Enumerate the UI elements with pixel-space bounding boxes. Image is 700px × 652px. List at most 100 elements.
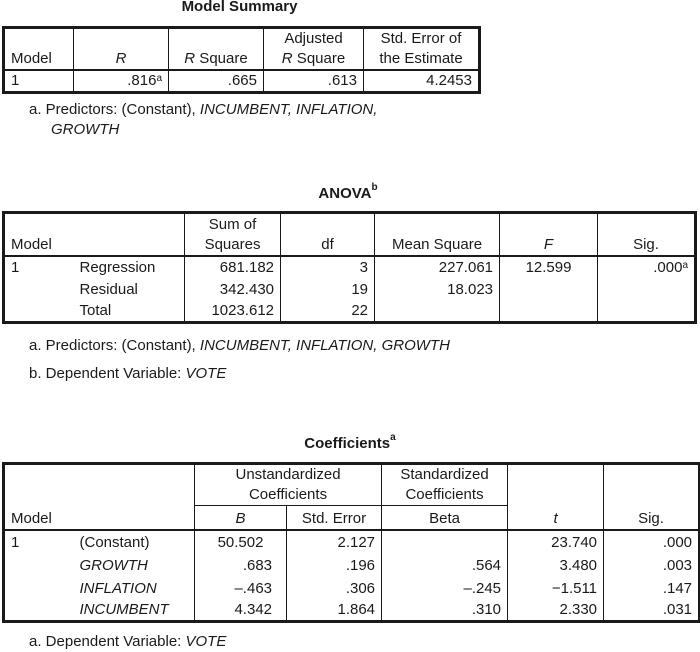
cell-label: Residual (79, 280, 138, 298)
cell-model (4, 553, 74, 576)
cell-b: –.463 (194, 575, 287, 599)
cell-f: 12.599 (499, 255, 598, 278)
cell-model: 1 (11, 72, 20, 89)
cell-ss: 681.182 (184, 255, 281, 278)
header-std-line2: Coefficients (405, 486, 484, 503)
cell-model (4, 599, 74, 622)
cell-se: .196 (286, 552, 382, 576)
header-std-error: Std. Error of the Estimate (363, 27, 480, 71)
cell-df: 19 (280, 277, 375, 300)
cell-t: 3.480 (507, 552, 604, 576)
cell-b: 50.502 (194, 529, 287, 553)
header-adj-line1: Adjusted (284, 30, 343, 47)
cell-f (499, 299, 598, 323)
header-adj-italic: R (281, 50, 293, 67)
header-ss-line2: Squares (204, 235, 261, 253)
note-prefix: a. Predictors: (Constant), (29, 101, 200, 118)
cell-model: 1 (11, 533, 20, 551)
table-row: GROWTH .683 .196 .564 3.480 .003 (4, 552, 700, 576)
header-r-square: R Square (168, 27, 264, 71)
header-unstd-line2: Coefficients (248, 486, 328, 503)
table-row: Total 1023.612 22 (4, 299, 696, 323)
cell-r: .816a (73, 70, 169, 93)
cell-adj-r-square: .613 (263, 70, 364, 93)
cell-sig: .147 (603, 575, 700, 599)
header-r-square-italic: R (184, 50, 196, 67)
note-prefix: b. Dependent Variable: (29, 365, 186, 382)
cell-label: GROWTH (79, 556, 148, 574)
note-vars: INCUMBENT, INFLATION, GROWTH (199, 337, 450, 354)
cell-label: INFLATION (79, 579, 157, 597)
header-std-line1: Standardized (400, 466, 489, 483)
header-adj-rest: Square (292, 50, 346, 67)
cell-t: 2.330 (507, 598, 604, 622)
note-prefix: a. Dependent Variable: (29, 633, 186, 650)
cell-sig-value: .000 (653, 258, 683, 276)
coefficients-title: Coefficientsa (2, 432, 698, 452)
anova-header-row: Model Sum of Squares df Mean Square F Sig… (3, 212, 696, 257)
model-summary-row: 1 .816a .665 .613 4.2453 (4, 70, 480, 93)
cell-ms (374, 299, 500, 323)
table-row: INCUMBENT 4.342 1.864 .310 2.330 .031 (4, 598, 700, 622)
cell-sig: .000 (603, 529, 700, 553)
cell-model (4, 278, 74, 300)
cell-sig: .003 (603, 552, 700, 576)
cell-sig: .031 (603, 598, 700, 622)
header-sig: Sig. (603, 463, 700, 531)
table-row: Residual 342.430 19 18.023 (4, 277, 696, 300)
header-f: F (499, 212, 598, 257)
header-se-line2: the Estimate (379, 50, 463, 67)
cell-sig (597, 299, 696, 323)
model-summary-title: Model Summary (2, 0, 477, 15)
cell-r-value: .816 (127, 72, 157, 89)
header-se-line1: Std. Error of (380, 30, 462, 47)
cell-model (4, 300, 74, 323)
header-r-square-rest: Square (195, 50, 248, 67)
cell-std-error: 4.2453 (363, 70, 480, 93)
table-row: 1 (Constant) 50.502 2.127 23.740 .000 (4, 529, 700, 553)
header-model: Model (3, 27, 74, 71)
header-ss-line1: Sum of (208, 215, 257, 233)
footnote-marker: b (371, 182, 378, 193)
header-adj-line2: R Square (270, 49, 357, 69)
cell-df: 3 (280, 255, 375, 278)
anova-title: ANOVAb (2, 182, 694, 202)
cell-label: (Constant) (79, 533, 150, 551)
cell-label: INCUMBENT (79, 601, 169, 618)
cell-df: 22 (280, 299, 375, 323)
coefficients-table: Model Unstandardized Coefficients Standar… (2, 462, 700, 623)
model-summary-header-row: Model R R Square Adjusted R Square Std. E… (3, 27, 480, 71)
coefficients-group-header-row: Model Unstandardized Coefficients Standar… (3, 463, 700, 531)
model-summary-note-a: a. Predictors: (Constant), INCUMBENT, IN… (29, 100, 377, 140)
anova-title-text: ANOVA (318, 185, 372, 202)
cell-r-square: .665 (168, 70, 264, 93)
note-var: VOTE (185, 633, 227, 650)
cell-ms: 18.023 (374, 277, 500, 300)
cell-sig: .000a (597, 255, 696, 278)
cell-f (499, 277, 598, 300)
cell-se: 1.864 (286, 598, 382, 622)
note-prefix: a. Predictors: (Constant), (29, 337, 200, 354)
header-model: Model (3, 212, 185, 257)
cell-sig (597, 277, 696, 300)
note-vars-cont: GROWTH (51, 121, 120, 138)
cell-beta (381, 529, 508, 553)
cell-t: −1.511 (507, 575, 604, 599)
note-var: VOTE (185, 365, 227, 382)
header-unstd-line1: Unstandardized (235, 466, 341, 483)
footnote-marker: a (682, 259, 689, 271)
coefficients-title-text: Coefficients (304, 435, 391, 452)
header-unstandardized: Unstandardized Coefficients (194, 463, 382, 506)
model-summary-table: Model R R Square Adjusted R Square Std. E… (2, 26, 481, 94)
cell-ss: 342.430 (184, 277, 281, 300)
cell-model (4, 576, 74, 599)
cell-model: 1 (11, 258, 20, 276)
cell-beta: .310 (381, 598, 508, 622)
header-df: df (280, 212, 375, 257)
note-vars: INCUMBENT, INFLATION, (199, 101, 378, 118)
header-model: Model (3, 463, 195, 531)
anova-note-a: a. Predictors: (Constant), INCUMBENT, IN… (29, 336, 450, 356)
table-row: INFLATION –.463 .306 –.245 −1.511 .147 (4, 575, 700, 599)
anova-note-b: b. Dependent Variable: VOTE (29, 364, 226, 384)
cell-label: Regression (79, 258, 156, 276)
